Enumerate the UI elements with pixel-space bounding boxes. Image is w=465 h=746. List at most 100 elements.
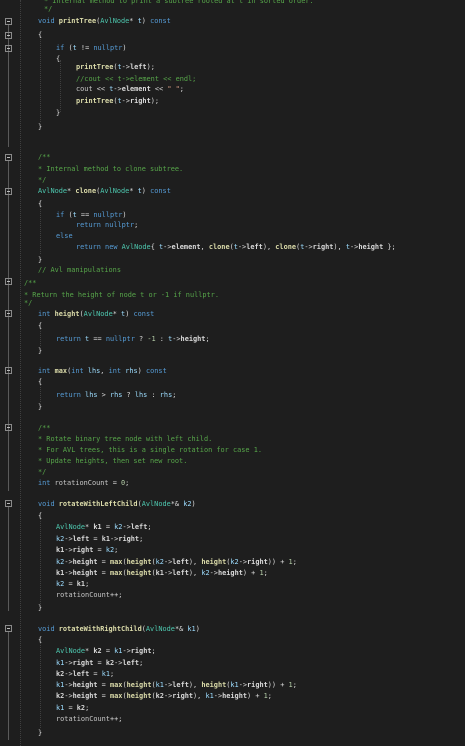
code-token: } <box>38 403 43 411</box>
code-editor[interactable]: * Internal method to print a subtree roo… <box>0 0 465 746</box>
code-line[interactable]: k1->right = k2->left; <box>56 658 143 668</box>
code-token: void <box>38 500 59 508</box>
code-line[interactable]: /** <box>38 152 50 162</box>
code-token: ) <box>122 44 127 52</box>
code-token: = <box>97 569 110 577</box>
code-line[interactable]: return t == nullptr ? -1 : t->height; <box>56 334 210 344</box>
code-token: = <box>97 681 110 689</box>
code-token: int <box>38 310 55 318</box>
code-line[interactable]: return nullptr; <box>76 220 138 230</box>
code-token: -1 <box>147 335 156 343</box>
code-line[interactable]: } <box>56 108 60 118</box>
code-token: lhs <box>134 391 148 399</box>
code-line[interactable]: k2->left = k1; <box>56 669 114 679</box>
code-token: -> <box>121 97 130 105</box>
code-token: = <box>64 704 77 712</box>
code-line[interactable]: /** <box>24 278 36 288</box>
code-token: * Update heights, then set new root. <box>38 457 188 465</box>
code-line[interactable]: k1->height = max(height(k1->left), heigh… <box>56 680 297 690</box>
code-line[interactable]: { <box>38 30 42 40</box>
code-line[interactable]: int height(AvlNode* t) const <box>38 309 154 319</box>
code-token: ? <box>122 391 135 399</box>
code-token: } <box>56 109 61 117</box>
code-line[interactable]: AvlNode* k2 = k1->right; <box>56 646 156 656</box>
code-line[interactable]: int max(int lhs, int rhs) const <box>38 366 167 376</box>
code-line[interactable]: { <box>38 377 42 387</box>
code-line[interactable]: * Internal method to print a subtree roo… <box>44 0 314 6</box>
code-line[interactable]: AvlNode* clone(AvlNode* t) const <box>38 186 171 196</box>
code-token: << <box>150 85 168 93</box>
code-line[interactable]: void rotateWithLeftChild(AvlNode*& k2) <box>38 499 196 509</box>
code-token: -> <box>64 535 73 543</box>
code-line[interactable]: if (t != nullptr) <box>56 43 127 53</box>
code-token: = <box>101 523 115 531</box>
code-token: -> <box>122 523 131 531</box>
code-token: return <box>76 243 106 251</box>
code-line[interactable]: { <box>38 321 42 331</box>
code-line[interactable]: { <box>56 54 60 64</box>
code-token: k2 <box>201 569 210 577</box>
code-line[interactable]: rotationCount++; <box>56 590 122 600</box>
code-token: AvlNode <box>83 310 113 318</box>
code-token: rhs <box>125 367 138 375</box>
code-token: lhs <box>85 391 98 399</box>
code-token: : <box>147 391 160 399</box>
code-line[interactable]: } <box>38 603 42 613</box>
code-line[interactable]: else <box>56 231 73 241</box>
code-line[interactable]: rotationCount++; <box>56 714 122 724</box>
code-line[interactable]: k2 = k1; <box>56 579 89 589</box>
code-line[interactable]: */ <box>44 4 52 14</box>
code-line[interactable]: * Update heights, then set new root. <box>38 456 187 466</box>
code-token: ; <box>292 558 297 566</box>
code-line[interactable]: */ <box>24 298 32 308</box>
code-line[interactable]: } <box>38 122 42 132</box>
code-line[interactable]: if (t == nullptr) <box>56 210 127 220</box>
code-line[interactable]: void printTree(AvlNode* t) const <box>38 16 171 26</box>
code-token: rotateWithRightChild <box>58 625 142 633</box>
code-line[interactable]: k1->height = max(height(k1->left), k2->h… <box>56 568 268 578</box>
code-token: rotateWithLeftChild <box>58 500 138 508</box>
code-line[interactable]: k1 = k2; <box>56 703 89 713</box>
code-token: if <box>56 211 69 219</box>
code-line[interactable]: */ <box>38 467 46 477</box>
code-line[interactable]: * For AVL trees, this is a single rotati… <box>38 445 262 455</box>
code-line[interactable]: printTree(t->left); <box>76 62 155 72</box>
code-token: { <box>38 512 43 520</box>
code-line[interactable]: void rotateWithRightChild(AvlNode*& k1) <box>38 624 200 634</box>
code-token: AvlNode <box>141 500 171 508</box>
code-line[interactable]: k1->right = k2; <box>56 545 118 555</box>
code-line[interactable]: * Internal method to clone subtree. <box>38 164 183 174</box>
code-area[interactable]: * Internal method to print a subtree roo… <box>0 0 465 746</box>
code-line[interactable]: printTree(t->right); <box>76 96 159 106</box>
code-line[interactable]: } <box>38 346 42 356</box>
code-line[interactable]: { <box>38 199 42 209</box>
code-token: ) <box>141 17 151 25</box>
code-line[interactable]: return new AvlNode{ t->element, clone(t-… <box>76 242 396 252</box>
code-line[interactable]: { <box>38 635 42 645</box>
code-line[interactable]: { <box>38 511 42 521</box>
code-token: AvlNode <box>145 625 175 633</box>
code-line[interactable]: } <box>38 402 42 412</box>
code-line[interactable]: * Return the height of node t or -1 if n… <box>24 290 219 300</box>
code-line[interactable]: return lhs > rhs ? lhs : rhs; <box>56 390 176 400</box>
code-line[interactable]: k2->height = max(height(k2->right), k1->… <box>56 691 272 701</box>
code-token: /** <box>38 424 51 432</box>
code-line[interactable]: } <box>38 728 42 738</box>
code-line[interactable]: k2->height = max(height(k2->left), heigh… <box>56 557 297 567</box>
code-line[interactable]: cout << t->element << " "; <box>76 84 184 94</box>
code-token: k2 <box>155 558 164 566</box>
code-token: int <box>38 479 55 487</box>
code-token: , <box>100 367 109 375</box>
code-line[interactable]: //cout << t->element << endl; <box>76 74 196 84</box>
code-line[interactable]: */ <box>38 175 46 185</box>
code-line[interactable]: } <box>38 255 42 265</box>
code-line[interactable]: AvlNode* k1 = k2->left; <box>56 522 152 532</box>
code-line[interactable]: k2->left = k1->right; <box>56 534 143 544</box>
code-line[interactable]: /** <box>38 423 50 433</box>
code-token: { <box>56 55 61 63</box>
code-line[interactable]: * Rotate binary tree node with left chil… <box>38 434 212 444</box>
code-token: -> <box>64 558 73 566</box>
code-line[interactable]: // Avl manipulations <box>38 265 121 275</box>
code-line[interactable]: int rotationCount = 0; <box>38 478 129 488</box>
code-token: */ <box>44 5 53 13</box>
